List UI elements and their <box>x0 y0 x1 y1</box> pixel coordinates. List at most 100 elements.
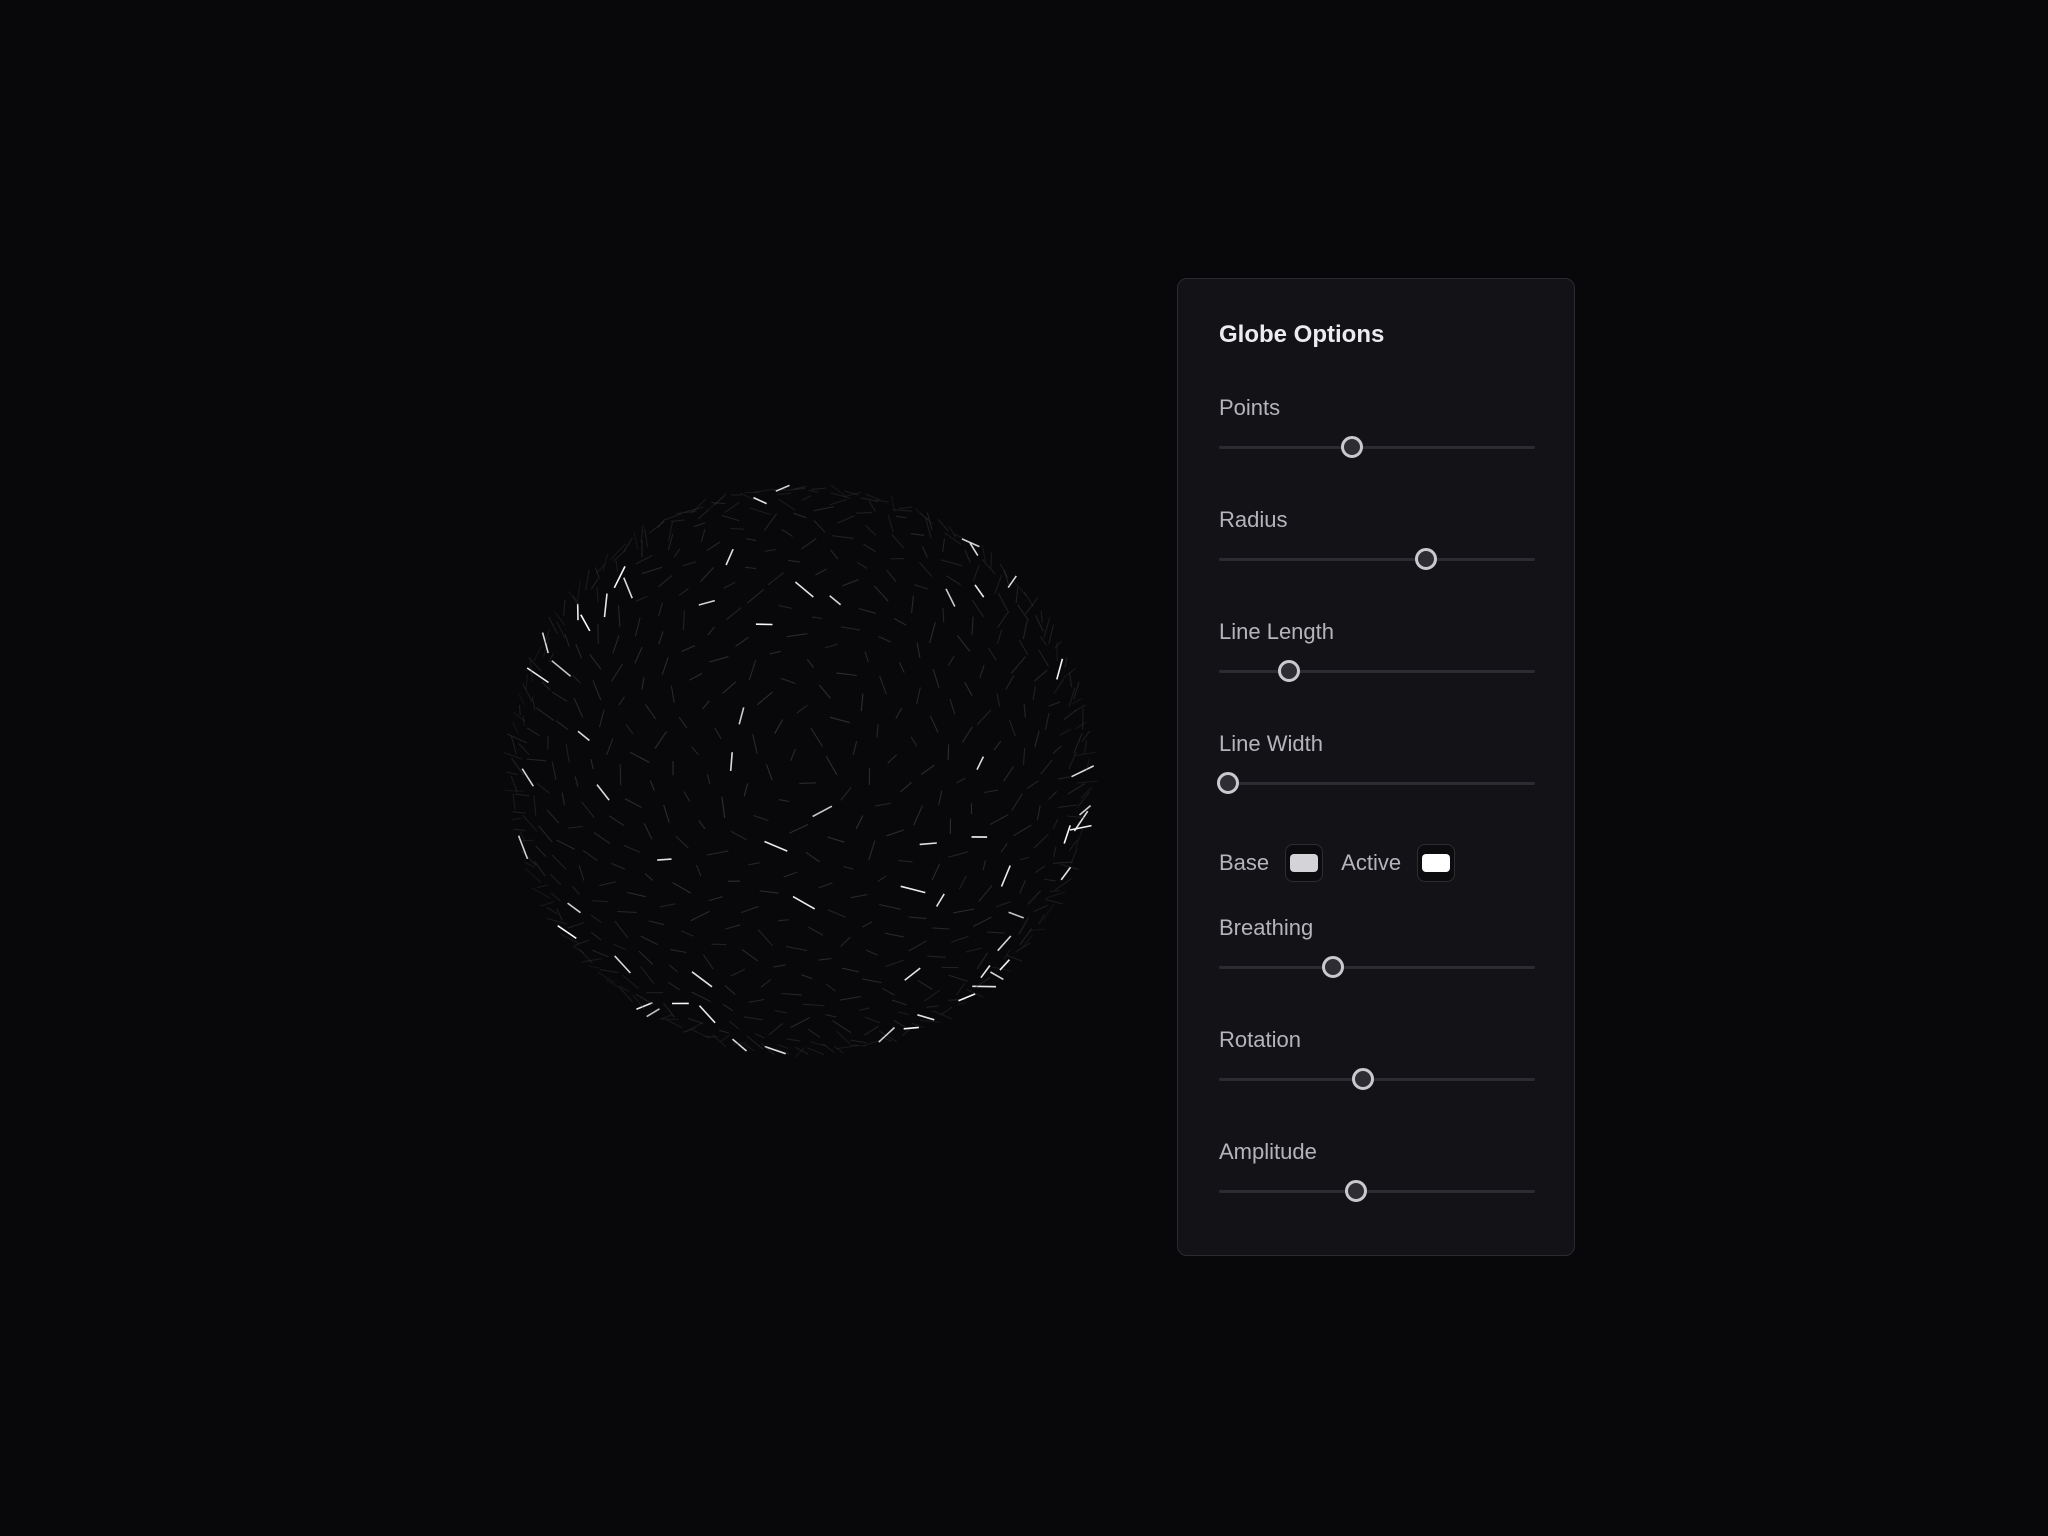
breathing-slider-track[interactable] <box>1219 966 1535 969</box>
rotation-slider-thumb[interactable] <box>1351 1068 1374 1090</box>
globe-line <box>858 608 877 614</box>
globe-line <box>660 1018 679 1021</box>
line-width-slider[interactable] <box>1217 771 1535 795</box>
globe-line <box>698 1005 716 1024</box>
globe-line <box>608 815 625 826</box>
globe-line <box>567 902 581 914</box>
globe-line <box>526 667 549 684</box>
rotation-slider-track[interactable] <box>1219 1078 1535 1081</box>
radius-slider-thumb[interactable] <box>1414 548 1437 570</box>
amplitude-slider-thumb[interactable] <box>1345 1180 1368 1202</box>
line-length-slider-thumb[interactable] <box>1277 660 1300 682</box>
line-length-slider-track[interactable] <box>1219 670 1535 673</box>
line-length-slider[interactable] <box>1219 659 1535 683</box>
globe-line <box>943 532 962 546</box>
globe-line <box>613 943 626 950</box>
globe-line <box>898 662 905 673</box>
globe-line <box>623 844 641 853</box>
globe-line <box>1063 709 1077 721</box>
globe-line <box>1075 828 1084 849</box>
globe-line <box>721 514 740 522</box>
globe-line <box>926 1005 939 1008</box>
radius-slider[interactable] <box>1219 547 1535 571</box>
globe-line <box>632 994 645 1010</box>
line-width-slider-thumb[interactable] <box>1217 772 1240 794</box>
globe-line <box>757 691 773 706</box>
globe-line <box>786 633 808 638</box>
globe-line <box>561 792 565 806</box>
globe-line <box>778 1044 789 1050</box>
globe-line <box>767 572 785 586</box>
globe-line <box>774 1009 787 1014</box>
globe-line <box>908 940 927 952</box>
globe-line <box>855 512 872 514</box>
globe-line <box>551 761 557 780</box>
globe-line <box>825 983 836 992</box>
base-color-swatch[interactable] <box>1285 844 1324 882</box>
points-slider[interactable] <box>1219 435 1535 459</box>
globe-line <box>781 528 793 538</box>
stage: Globe Options Points Radius Line Length … <box>0 0 2048 1536</box>
points-slider-track[interactable] <box>1219 446 1535 449</box>
globe-line <box>1000 865 1011 887</box>
globe-line <box>787 559 800 563</box>
globe-canvas[interactable] <box>500 470 1100 1070</box>
globe-line <box>862 978 882 984</box>
globe-line <box>958 993 976 1002</box>
globe-line <box>659 903 676 908</box>
globe-line <box>699 567 715 583</box>
globe-line <box>526 758 547 762</box>
radius-slider-track[interactable] <box>1219 558 1535 561</box>
globe-line <box>615 561 619 572</box>
globe-line <box>840 786 852 801</box>
globe-line <box>533 645 542 662</box>
globe-line <box>1062 667 1077 679</box>
globe-line <box>682 610 685 631</box>
globe-line <box>517 835 529 860</box>
active-color-swatch[interactable] <box>1417 844 1456 882</box>
points-label: Points <box>1219 395 1281 420</box>
breathing-slider-thumb[interactable] <box>1321 956 1344 978</box>
globe-line <box>567 921 585 929</box>
globe-line <box>546 906 558 915</box>
globe-line <box>878 635 892 643</box>
globe-line <box>730 968 746 977</box>
globe-line <box>935 893 945 907</box>
globe-line <box>800 538 817 550</box>
globe-line <box>555 720 569 730</box>
globe-line <box>654 731 667 749</box>
globe-line <box>773 964 786 968</box>
points-slider-thumb[interactable] <box>1340 436 1363 458</box>
active-color-fill <box>1422 854 1451 872</box>
globe-line <box>753 814 769 822</box>
globe-line <box>635 595 648 602</box>
globe-line <box>949 698 956 715</box>
globe-line <box>582 849 598 862</box>
globe-line <box>792 895 816 910</box>
globe-line <box>678 716 688 729</box>
breathing-slider[interactable] <box>1219 955 1535 979</box>
globe-line <box>931 863 941 881</box>
globe-line <box>682 561 696 567</box>
globe-line <box>741 905 759 914</box>
globe-line <box>721 796 726 818</box>
globe-line <box>955 982 966 996</box>
globe-line <box>597 971 616 984</box>
globe-line <box>1040 610 1043 623</box>
option-amplitude: Amplitude <box>1219 1139 1535 1202</box>
amplitude-slider[interactable] <box>1219 1179 1535 1203</box>
globe-line <box>619 764 622 786</box>
globe-line <box>818 684 831 699</box>
globe-line <box>879 903 901 910</box>
amplitude-slider-track[interactable] <box>1219 1190 1535 1193</box>
globe-options-panel: Globe Options Points Radius Line Length … <box>1177 278 1575 1256</box>
globe-line <box>1003 948 1011 960</box>
globe-line <box>790 1016 811 1028</box>
globe-line <box>724 985 736 996</box>
globe-line <box>982 860 986 871</box>
line-width-slider-track[interactable] <box>1219 782 1535 785</box>
globe-line <box>1069 824 1092 831</box>
globe-line <box>863 543 876 553</box>
rotation-slider[interactable] <box>1219 1067 1535 1091</box>
globe-line <box>777 492 792 496</box>
